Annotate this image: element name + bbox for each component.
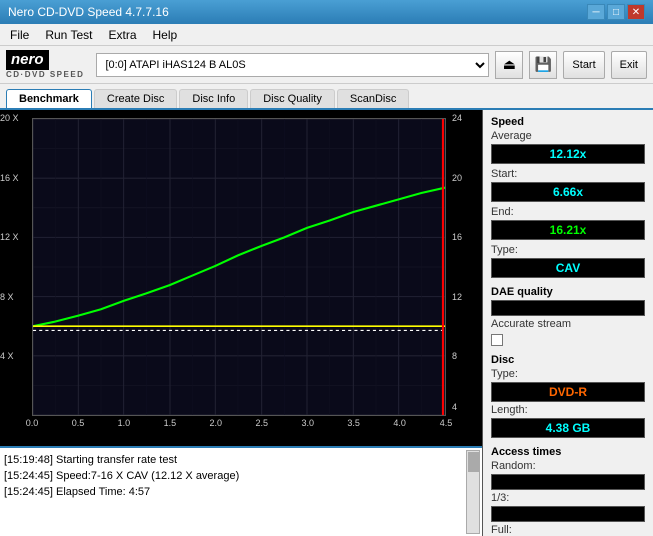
access-header: Access times <box>491 446 645 458</box>
tab-benchmark[interactable]: Benchmark <box>6 89 92 108</box>
y-label-r8: 8 <box>452 351 457 361</box>
disc-length-value: 4.38 GB <box>491 418 645 438</box>
tab-disc-quality[interactable]: Disc Quality <box>250 89 335 108</box>
end-label: End: <box>491 206 645 218</box>
y-label-4: 4 X <box>0 351 14 361</box>
title-bar: Nero CD-DVD Speed 4.7.7.16 ─ □ ✕ <box>0 0 653 24</box>
y-label-r24: 24 <box>452 113 462 123</box>
x-label-2: 2.0 <box>210 418 223 428</box>
disc-type-value: DVD-R <box>491 382 645 402</box>
disc-header: Disc <box>491 354 645 366</box>
disc-length-label: Length: <box>491 404 645 416</box>
type-value: CAV <box>491 258 645 278</box>
menu-help[interactable]: Help <box>147 26 184 44</box>
log-line-1: [15:19:48] Starting transfer rate test <box>4 452 478 468</box>
save-icon-btn[interactable]: 💾 <box>529 51 557 79</box>
start-label: Start: <box>491 168 645 180</box>
window-controls: ─ □ ✕ <box>587 4 645 20</box>
nero-logo: nero <box>6 50 49 70</box>
x-label-05: 0.5 <box>72 418 85 428</box>
chart-area: 20 X 16 X 12 X 8 X 4 X 24 20 16 12 8 4 <box>0 110 483 536</box>
type-label: Type: <box>491 244 645 256</box>
drive-select[interactable]: [0:0] ATAPI iHAS124 B AL0S <box>96 53 489 77</box>
full-label: Full: <box>491 524 645 536</box>
random-value <box>491 474 645 490</box>
third-label: 1/3: <box>491 492 645 504</box>
end-value: 16.21x <box>491 220 645 240</box>
x-label-45: 4.5 <box>440 418 453 428</box>
x-label-15: 1.5 <box>164 418 177 428</box>
close-button[interactable]: ✕ <box>627 4 645 20</box>
third-value <box>491 506 645 522</box>
accurate-label: Accurate stream <box>491 318 571 330</box>
toolbar: nero CD·DVD SPEED [0:0] ATAPI iHAS124 B … <box>0 46 653 84</box>
chart-svg <box>33 119 445 415</box>
menu-file[interactable]: File <box>4 26 35 44</box>
log-line-3: [15:24:45] Elapsed Time: 4:57 <box>4 484 478 500</box>
start-button[interactable]: Start <box>563 51 604 79</box>
y-label-16: 16 X <box>0 173 19 183</box>
x-axis: 0.0 0.5 1.0 1.5 2.0 2.5 3.0 3.5 4.0 4.5 <box>32 418 446 438</box>
access-section: Access times Random: 1/3: Full: <box>491 446 645 536</box>
disc-section: Disc Type: DVD-R Length: 4.38 GB <box>491 354 645 438</box>
menu-extra[interactable]: Extra <box>102 26 142 44</box>
y-axis-left: 20 X 16 X 12 X 8 X 4 X <box>0 118 30 416</box>
x-label-0: 0.0 <box>26 418 39 428</box>
x-label-1: 1.0 <box>118 418 131 428</box>
x-label-3: 3.0 <box>301 418 314 428</box>
log-line-2: [15:24:45] Speed:7-16 X CAV (12.12 X ave… <box>4 468 478 484</box>
y-axis-right: 24 20 16 12 8 4 <box>448 118 482 416</box>
x-label-35: 3.5 <box>347 418 360 428</box>
y-label-r16: 16 <box>452 232 462 242</box>
y-label-20: 20 X <box>0 113 19 123</box>
tab-scan-disc[interactable]: ScanDisc <box>337 89 409 108</box>
accurate-checkbox-row <box>491 334 645 346</box>
tabs-bar: Benchmark Create Disc Disc Info Disc Qua… <box>0 84 653 110</box>
y-label-12: 12 X <box>0 232 19 242</box>
y-label-r20: 20 <box>452 173 462 183</box>
chart-inner <box>32 118 446 416</box>
accurate-checkbox[interactable] <box>491 334 503 346</box>
right-panel: Speed Average 12.12x Start: 6.66x End: 1… <box>483 110 653 536</box>
log-scrollbar[interactable] <box>466 450 480 534</box>
exit-button[interactable]: Exit <box>611 51 647 79</box>
random-label: Random: <box>491 460 645 472</box>
dae-header: DAE quality <box>491 286 645 298</box>
disc-type-label: Type: <box>491 368 645 380</box>
window-title: Nero CD-DVD Speed 4.7.7.16 <box>8 5 169 19</box>
speed-header: Speed <box>491 116 645 128</box>
menu-run-test[interactable]: Run Test <box>39 26 98 44</box>
x-label-25: 2.5 <box>256 418 269 428</box>
dae-section: DAE quality Accurate stream <box>491 286 645 346</box>
y-label-r4: 4 <box>452 402 457 412</box>
eject-icon-btn[interactable]: ⏏ <box>495 51 523 79</box>
y-label-8: 8 X <box>0 292 14 302</box>
log-area: [15:19:48] Starting transfer rate test [… <box>0 446 482 536</box>
minimize-button[interactable]: ─ <box>587 4 605 20</box>
tab-disc-info[interactable]: Disc Info <box>179 89 248 108</box>
chart-container: 20 X 16 X 12 X 8 X 4 X 24 20 16 12 8 4 <box>0 110 482 446</box>
average-label: Average <box>491 130 645 142</box>
maximize-button[interactable]: □ <box>607 4 625 20</box>
x-label-4: 4.0 <box>393 418 406 428</box>
dae-value <box>491 300 645 316</box>
y-label-r12: 12 <box>452 292 462 302</box>
tab-create-disc[interactable]: Create Disc <box>94 89 177 108</box>
accurate-stream-row: Accurate stream <box>491 318 645 332</box>
average-value: 12.12x <box>491 144 645 164</box>
log-scroll-thumb <box>468 452 480 472</box>
start-value: 6.66x <box>491 182 645 202</box>
speed-section: Speed Average 12.12x Start: 6.66x End: 1… <box>491 116 645 278</box>
menu-bar: File Run Test Extra Help <box>0 24 653 46</box>
nero-sub: CD·DVD SPEED <box>6 70 84 79</box>
main-content: 20 X 16 X 12 X 8 X 4 X 24 20 16 12 8 4 <box>0 110 653 536</box>
